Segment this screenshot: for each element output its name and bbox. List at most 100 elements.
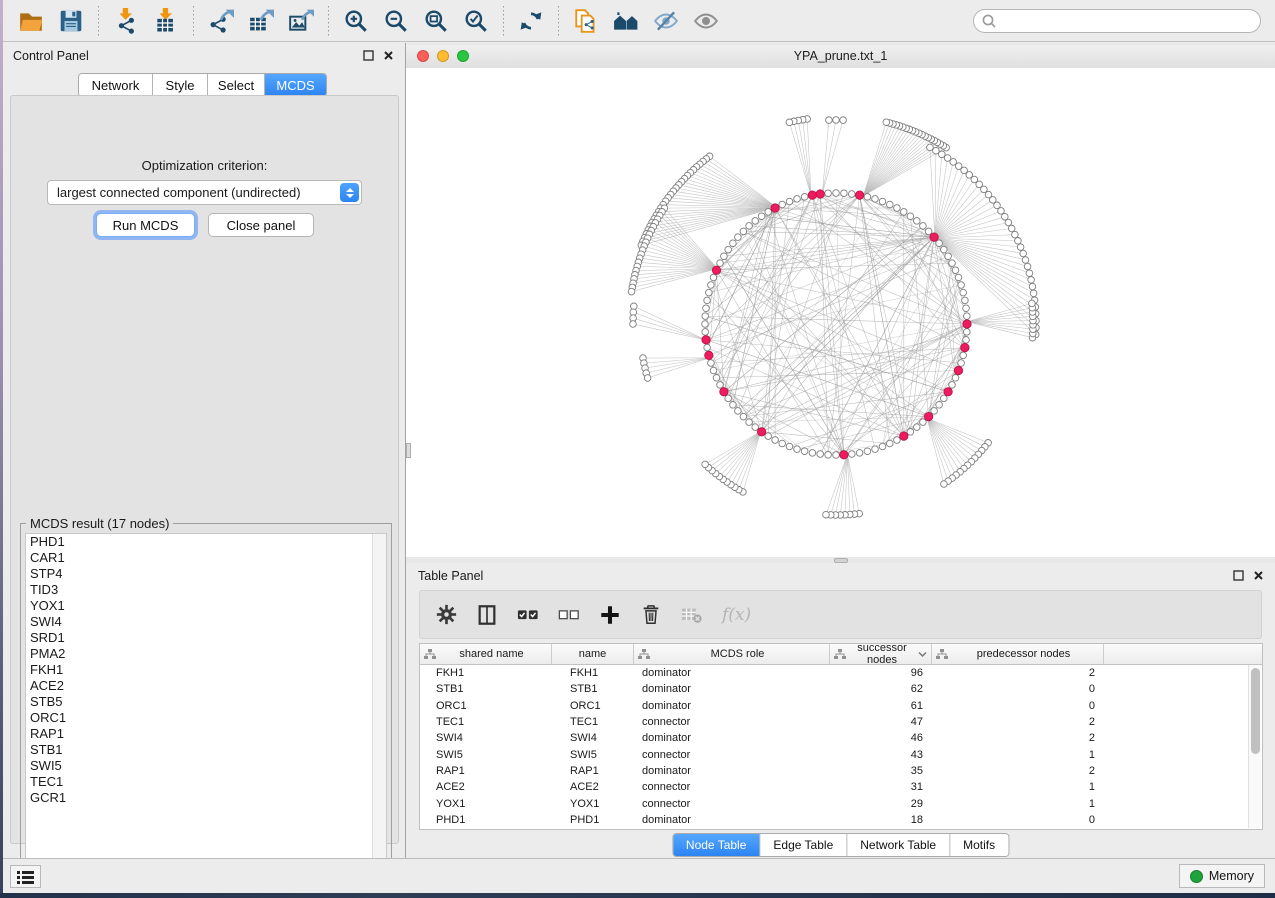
dominator-node[interactable] — [705, 351, 713, 359]
network-node[interactable] — [817, 451, 824, 458]
network-node[interactable] — [1020, 250, 1027, 257]
network-node[interactable] — [786, 198, 793, 205]
network-node[interactable] — [1030, 290, 1037, 297]
cell-shared_name[interactable]: SWI5 — [420, 749, 552, 761]
zoom-in-icon[interactable] — [339, 4, 373, 38]
network-node[interactable] — [710, 274, 717, 281]
network-node[interactable] — [945, 253, 952, 260]
network-node[interactable] — [1029, 300, 1036, 307]
network-node[interactable] — [1015, 238, 1022, 245]
dominator-node[interactable] — [930, 233, 938, 241]
dominator-node[interactable] — [900, 432, 908, 440]
cell-predecessor_nodes[interactable]: 1 — [932, 798, 1104, 810]
network-node[interactable] — [706, 289, 713, 296]
cell-predecessor_nodes[interactable]: 0 — [932, 814, 1104, 826]
cell-mcds_role[interactable]: connector — [634, 749, 830, 761]
tab-select[interactable]: Select — [208, 74, 265, 96]
import-table-icon[interactable] — [149, 4, 183, 38]
network-node[interactable] — [941, 481, 948, 488]
zoom-selected-icon[interactable] — [459, 4, 493, 38]
cell-predecessor_nodes[interactable]: 1 — [932, 781, 1104, 793]
network-node[interactable] — [833, 117, 840, 124]
dominator-node[interactable] — [954, 366, 962, 374]
result-node[interactable]: YOX1 — [26, 598, 386, 614]
network-node[interactable] — [864, 448, 871, 455]
network-node[interactable] — [962, 297, 969, 304]
cell-name[interactable]: RAP1 — [552, 765, 634, 777]
cell-shared_name[interactable]: SWI4 — [420, 732, 552, 744]
network-node[interactable] — [894, 205, 901, 212]
network-node[interactable] — [907, 213, 914, 220]
cell-name[interactable]: ORC1 — [552, 700, 634, 712]
cell-shared_name[interactable]: TEC1 — [420, 716, 552, 728]
network-node[interactable] — [840, 117, 847, 124]
network-node[interactable] — [901, 209, 908, 216]
result-node[interactable]: GCR1 — [26, 790, 386, 806]
result-node[interactable]: RAP1 — [26, 726, 386, 742]
float-panel-icon[interactable] — [362, 49, 375, 62]
network-node[interactable] — [730, 402, 737, 409]
network-node[interactable] — [941, 246, 948, 253]
first-neighbors-icon[interactable] — [609, 4, 643, 38]
network-node[interactable] — [758, 213, 765, 220]
network-node[interactable] — [746, 419, 753, 426]
result-node[interactable]: PMA2 — [26, 646, 386, 662]
close-panel-button[interactable]: Close panel — [208, 213, 314, 237]
network-node[interactable] — [833, 190, 840, 197]
refresh-icon[interactable] — [514, 4, 548, 38]
network-node[interactable] — [702, 321, 709, 328]
result-node[interactable]: ACE2 — [26, 678, 386, 694]
close-table-panel-icon[interactable] — [1252, 569, 1265, 582]
table-row-TEC1[interactable]: TEC1TEC1connector472 — [420, 714, 1262, 730]
dominator-node[interactable] — [924, 412, 932, 420]
zoom-out-icon[interactable] — [379, 4, 413, 38]
network-node[interactable] — [925, 228, 932, 235]
cell-mcds_role[interactable]: dominator — [634, 683, 830, 695]
export-network-icon[interactable] — [204, 4, 238, 38]
network-node[interactable] — [952, 375, 959, 382]
network-node[interactable] — [879, 443, 886, 450]
dominator-node[interactable] — [840, 451, 848, 459]
cell-successor_nodes[interactable]: 35 — [830, 765, 932, 777]
cell-mcds_role[interactable]: connector — [634, 798, 830, 810]
export-image-icon[interactable] — [284, 4, 318, 38]
network-node[interactable] — [702, 313, 709, 320]
network-node[interactable] — [702, 461, 709, 468]
save-icon[interactable] — [54, 4, 88, 38]
network-node[interactable] — [708, 282, 715, 289]
result-node[interactable]: SWI5 — [26, 758, 386, 774]
cell-shared_name[interactable]: RAP1 — [420, 765, 552, 777]
network-node[interactable] — [740, 228, 747, 235]
network-node[interactable] — [825, 452, 832, 459]
cell-shared_name[interactable]: PHD1 — [420, 814, 552, 826]
column-header-MCDS-role[interactable]: MCDS role — [634, 644, 830, 664]
table-row-ACE2[interactable]: ACE2ACE2connector311 — [420, 779, 1262, 795]
dominator-node[interactable] — [712, 266, 720, 274]
mcds-result-list[interactable]: PHD1CAR1STP4TID3YOX1SWI4SRD1PMA2FKH1ACE2… — [25, 533, 387, 883]
network-node[interactable] — [721, 253, 728, 260]
network-node[interactable] — [939, 151, 946, 158]
cell-predecessor_nodes[interactable]: 2 — [932, 732, 1104, 744]
deselect-all-icon[interactable] — [558, 604, 580, 626]
network-node[interactable] — [872, 446, 879, 453]
cell-successor_nodes[interactable]: 47 — [830, 716, 932, 728]
run-mcds-button[interactable]: Run MCDS — [96, 213, 195, 237]
cell-mcds_role[interactable]: dominator — [634, 765, 830, 777]
result-list-scrollbar[interactable] — [372, 534, 386, 882]
dominator-node[interactable] — [757, 428, 765, 436]
network-node[interactable] — [1022, 257, 1029, 264]
column-header-successor-nodes[interactable]: successor nodes — [830, 644, 932, 664]
column-header-shared-name[interactable]: shared name — [420, 644, 552, 664]
cell-name[interactable]: ACE2 — [552, 781, 634, 793]
network-node[interactable] — [703, 305, 710, 312]
network-node[interactable] — [964, 313, 971, 320]
network-node[interactable] — [717, 260, 724, 267]
cell-name[interactable]: TEC1 — [552, 716, 634, 728]
network-node[interactable] — [752, 424, 759, 431]
network-node[interactable] — [963, 337, 970, 344]
network-node[interactable] — [849, 451, 856, 458]
network-node[interactable] — [963, 305, 970, 312]
network-canvas[interactable] — [406, 68, 1275, 557]
network-node[interactable] — [1028, 277, 1035, 284]
network-node[interactable] — [914, 218, 921, 225]
